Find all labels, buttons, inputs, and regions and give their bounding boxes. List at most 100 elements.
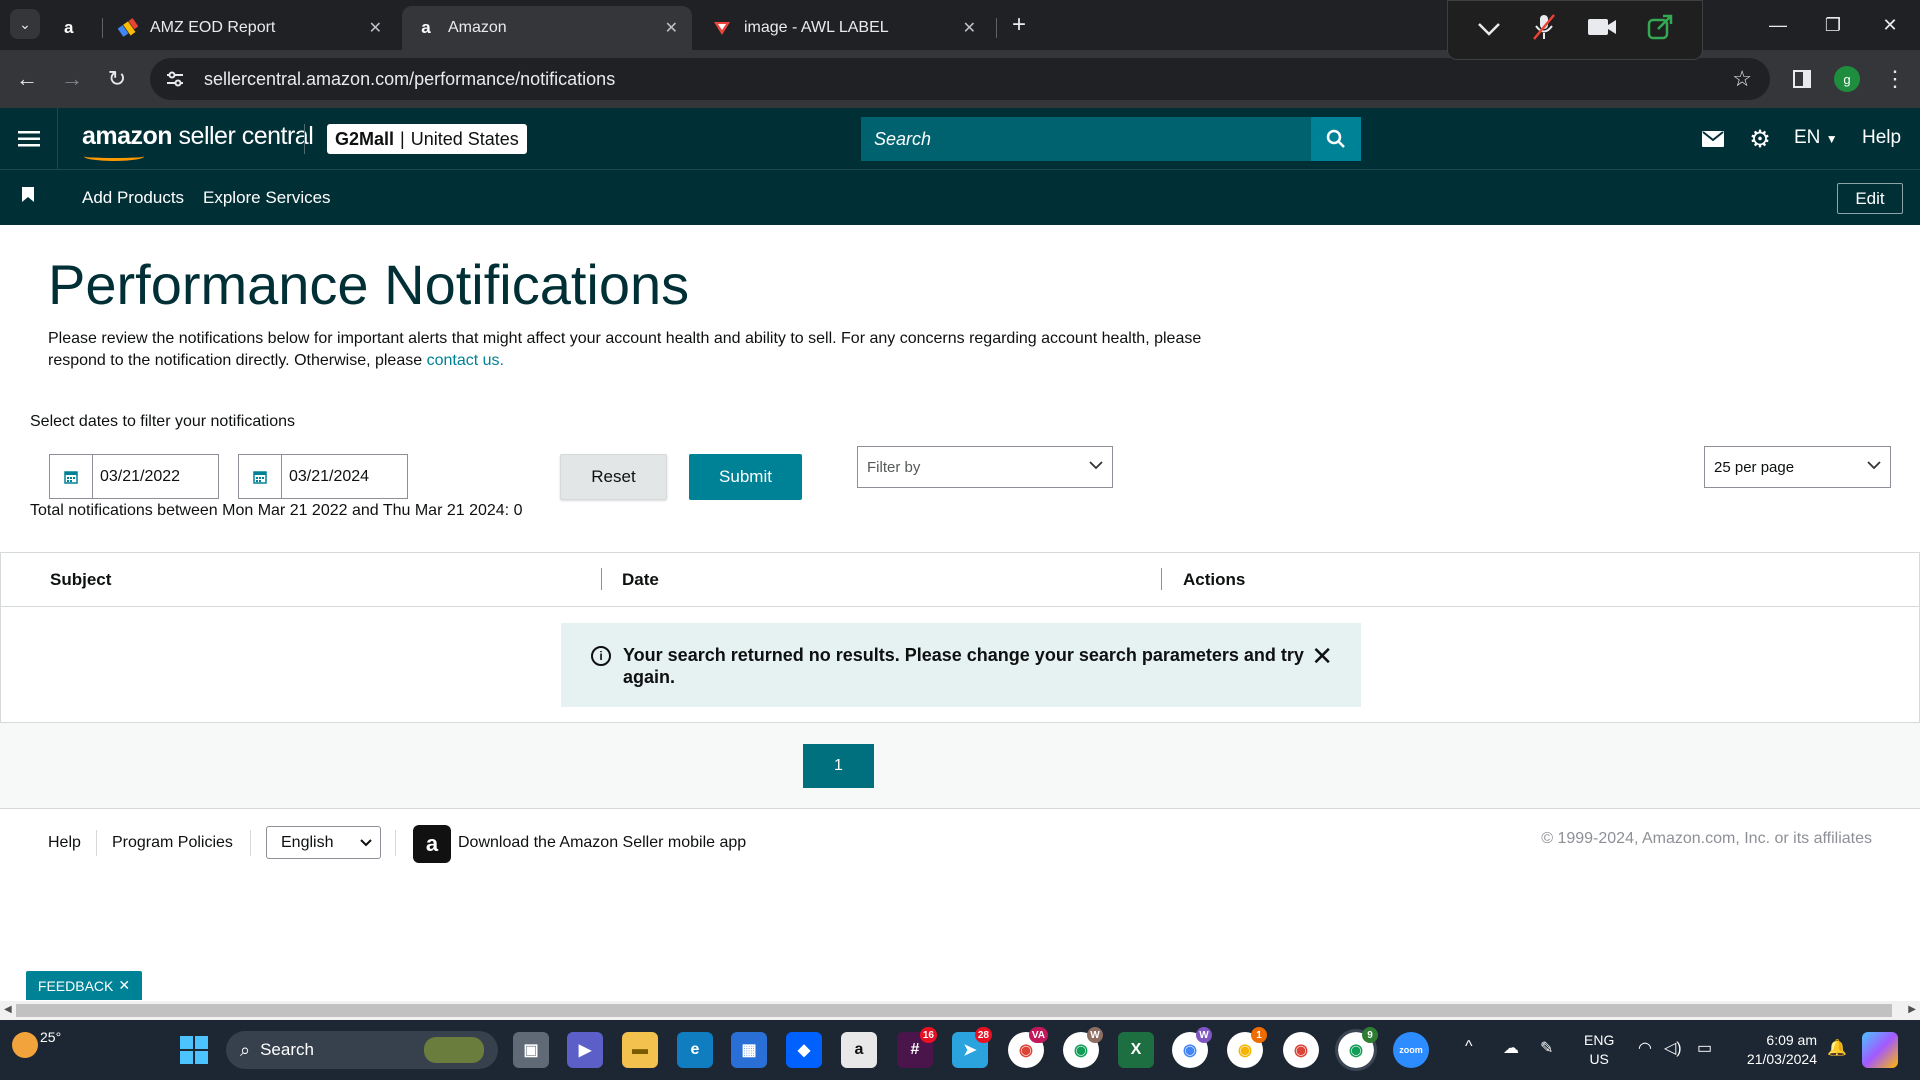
close-tab-icon[interactable]: ✕ — [963, 18, 976, 38]
weather-widget[interactable]: 25° — [12, 1029, 61, 1058]
back-arrow-icon[interactable]: ← — [12, 64, 42, 94]
amazon-favicon-icon: a — [421, 18, 431, 37]
start-date-value: 03/21/2022 — [100, 467, 181, 485]
wifi-icon[interactable]: ◠ — [1638, 1038, 1652, 1058]
chrome-profile-photo-icon[interactable]: ◉ — [1283, 1032, 1319, 1068]
close-tab-icon[interactable]: ✕ — [665, 18, 678, 38]
chrome-profile-va-icon[interactable]: ◉ VA — [1008, 1027, 1048, 1068]
reset-button[interactable]: Reset — [560, 454, 667, 500]
per-page-dropdown[interactable]: 25 per page — [1704, 446, 1891, 488]
chevron-down-icon[interactable] — [1477, 16, 1501, 44]
site-settings-icon[interactable] — [164, 68, 186, 90]
tab-search-chevron-icon[interactable]: ⌄ — [10, 9, 40, 39]
mail-icon[interactable] — [1696, 122, 1730, 156]
store-marketplace-switcher[interactable]: G2Mall | United States — [327, 124, 527, 154]
tab-amazon-pinned[interactable]: a — [52, 6, 96, 50]
footer-help-link[interactable]: Help — [48, 834, 81, 852]
add-products-link[interactable]: Add Products — [82, 188, 184, 208]
gear-icon[interactable]: ⚙ — [1743, 122, 1777, 156]
forward-arrow-icon[interactable]: → — [57, 64, 87, 94]
close-tab-icon[interactable]: ✕ — [369, 18, 382, 38]
page-button-current[interactable]: 1 — [803, 744, 874, 788]
column-divider — [601, 568, 602, 590]
explore-services-link[interactable]: Explore Services — [203, 188, 331, 208]
windows-start-icon[interactable] — [180, 1036, 208, 1064]
footer-language-select[interactable]: English — [266, 826, 381, 859]
column-header-subject[interactable]: Subject — [50, 570, 111, 590]
amazon-seller-app-icon[interactable]: a — [413, 825, 451, 863]
download-app-link[interactable]: Download the Amazon Seller mobile app — [458, 834, 746, 852]
amazon-app-icon[interactable]: a — [841, 1032, 877, 1068]
tab-amazon-active[interactable]: a Amazon ✕ — [402, 6, 692, 50]
share-screen-icon[interactable] — [1647, 14, 1673, 47]
slack-icon[interactable]: #16 — [897, 1027, 937, 1068]
bookmark-star-icon[interactable]: ☆ — [1732, 66, 1752, 92]
edit-bookmarks-button[interactable]: Edit — [1837, 183, 1903, 214]
side-panel-icon[interactable] — [1787, 64, 1817, 94]
total-notifications-text: Total notifications between Mon Mar 21 2… — [30, 502, 523, 519]
hamburger-menu-icon[interactable] — [0, 108, 58, 170]
tab-awl-label[interactable]: image - AWL LABEL ✕ — [698, 6, 990, 50]
scroll-left-arrow-icon[interactable]: ◀ — [4, 1004, 12, 1015]
scrollbar-thumb[interactable] — [16, 1004, 1892, 1017]
zoom-icon[interactable]: zoom — [1393, 1032, 1429, 1068]
camera-icon[interactable] — [1587, 16, 1617, 44]
close-icon[interactable]: ✕ — [1311, 641, 1333, 672]
calendar-icon[interactable] — [50, 455, 93, 498]
input-language[interactable]: ENG US — [1584, 1031, 1614, 1069]
notification-bell-icon[interactable]: 🔔 — [1827, 1038, 1847, 1058]
pen-input-icon[interactable]: ✎ — [1540, 1038, 1553, 1058]
tab-amz-eod-report[interactable]: AMZ EOD Report ✕ — [104, 6, 396, 50]
end-date-field[interactable]: 03/21/2024 — [238, 454, 408, 499]
volume-icon[interactable]: ◁) — [1664, 1038, 1682, 1058]
reload-icon[interactable]: ↻ — [102, 64, 132, 94]
teams-icon[interactable]: ▶ — [567, 1032, 603, 1068]
restore-window-icon[interactable]: ❐ — [1813, 10, 1853, 40]
minimize-window-icon[interactable]: — — [1758, 10, 1798, 40]
language-selector[interactable]: EN ▼ — [1794, 127, 1838, 149]
dropbox-icon[interactable]: ◆ — [786, 1032, 822, 1068]
search-icon[interactable] — [1311, 117, 1361, 161]
onedrive-error-icon[interactable]: ☁ — [1503, 1038, 1519, 1058]
microsoft-store-icon[interactable]: ▦ — [731, 1032, 767, 1068]
filter-by-dropdown[interactable]: Filter by — [857, 446, 1113, 488]
header-help-link[interactable]: Help — [1862, 127, 1901, 149]
scroll-right-arrow-icon[interactable]: ▶ — [1908, 1004, 1916, 1015]
chrome-profile-w2-icon[interactable]: ◉ W — [1172, 1027, 1212, 1068]
file-explorer-icon[interactable]: ▬ — [622, 1032, 658, 1068]
tray-overflow-chevron-icon[interactable]: ^ — [1465, 1038, 1473, 1056]
close-window-icon[interactable]: ✕ — [1870, 10, 1910, 40]
url-omnibox[interactable]: sellercentral.amazon.com/performance/not… — [150, 58, 1770, 100]
contact-us-link[interactable]: contact us. — [427, 352, 504, 369]
chrome-profile-1-icon[interactable]: ◉ 1 — [1227, 1027, 1267, 1068]
no-results-message: Your search returned no results. Please … — [623, 645, 1304, 687]
start-date-field[interactable]: 03/21/2022 — [49, 454, 219, 499]
eod-report-favicon-icon — [118, 18, 138, 38]
telegram-icon[interactable]: ➤ 28 — [952, 1027, 992, 1068]
bookmark-icon[interactable] — [22, 187, 34, 207]
calendar-icon[interactable] — [239, 455, 282, 498]
copilot-icon[interactable] — [1862, 1032, 1898, 1068]
amazon-seller-central-logo[interactable]: amazon seller central — [82, 122, 314, 161]
mic-muted-icon[interactable] — [1531, 13, 1557, 48]
edge-icon[interactable]: e — [677, 1032, 713, 1068]
excel-icon[interactable]: X — [1118, 1032, 1154, 1068]
chrome-profile-w-icon[interactable]: ◉ W — [1063, 1027, 1103, 1068]
taskbar-search[interactable]: ⌕ Search — [226, 1031, 498, 1069]
new-tab-plus-icon[interactable]: + — [1004, 10, 1034, 40]
horizontal-scrollbar[interactable]: ◀ ▶ — [0, 1001, 1920, 1020]
tab-separator — [996, 18, 997, 38]
submit-button[interactable]: Submit — [689, 454, 802, 500]
program-policies-link[interactable]: Program Policies — [112, 834, 233, 852]
column-header-date[interactable]: Date — [622, 570, 659, 590]
chrome-profile-9-icon[interactable]: ◉ 9 — [1335, 1027, 1378, 1071]
battery-icon[interactable]: ▭ — [1697, 1038, 1712, 1058]
close-icon[interactable]: ✕ — [118, 977, 130, 994]
header-search-input[interactable] — [861, 128, 1261, 150]
feedback-button[interactable]: FEEDBACK ✕ — [26, 971, 142, 1000]
task-view-icon[interactable]: ▣ — [513, 1032, 549, 1068]
clock[interactable]: 6:09 am 21/03/2024 — [1735, 1031, 1817, 1069]
browser-menu-kebab-icon[interactable]: ⋮ — [1880, 64, 1910, 94]
slack-badge: 16 — [919, 1027, 937, 1043]
profile-avatar[interactable]: g — [1834, 66, 1860, 92]
